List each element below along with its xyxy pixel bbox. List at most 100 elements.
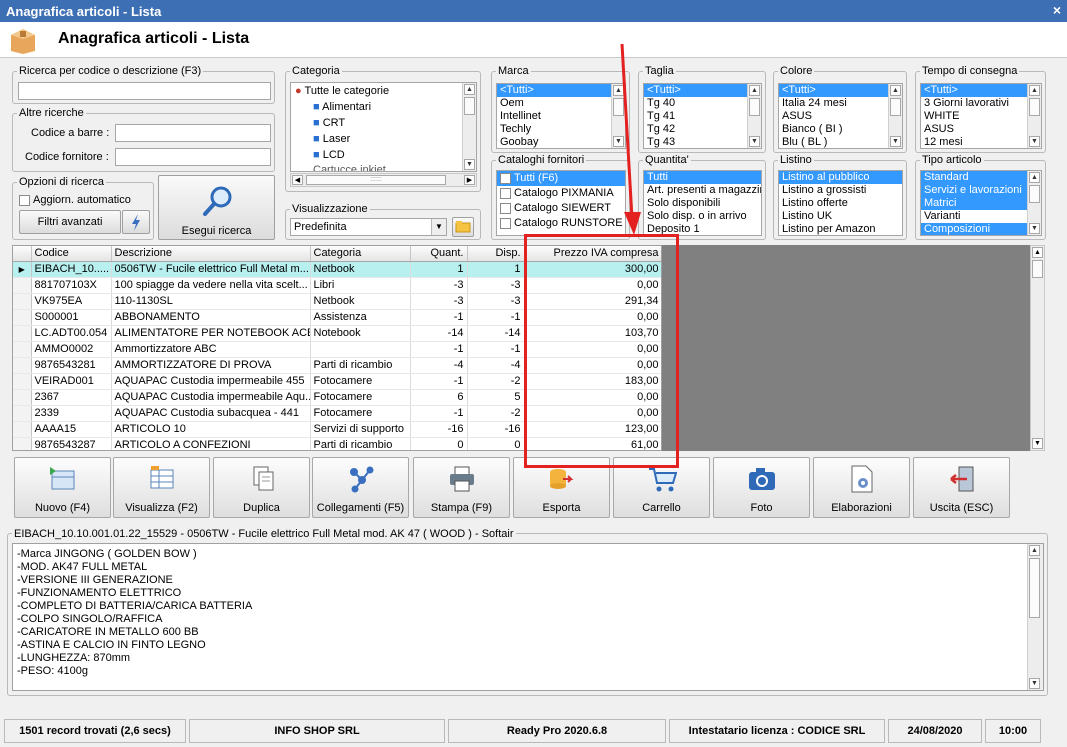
cell-quantity[interactable]: -16 [410, 421, 468, 438]
exit-button[interactable]: Uscita (ESC) [913, 457, 1010, 518]
list-item[interactable]: Tutti [644, 171, 761, 184]
row-indicator[interactable] [13, 341, 32, 358]
cell-quantity[interactable]: 0 [410, 437, 468, 450]
cell-code[interactable]: AAAA15 [31, 421, 112, 438]
execute-search-button[interactable]: Esegui ricerca [158, 175, 275, 240]
cell-available[interactable]: -2 [467, 373, 525, 390]
cell-code[interactable]: S000001 [31, 309, 112, 326]
scroll-up-icon[interactable]: ▲ [890, 85, 901, 96]
cell-available[interactable]: -16 [467, 421, 525, 438]
cell-available[interactable]: -1 [467, 309, 525, 326]
cell-quantity[interactable]: -3 [410, 277, 468, 294]
checkbox-box[interactable] [19, 194, 30, 206]
scroll-down-icon[interactable]: ▼ [749, 136, 760, 147]
delivery-time-list[interactable]: <Tutti> 3 Giorni lavorativi WHITE ASUS 1… [920, 83, 1042, 149]
cell-description[interactable]: ARTICOLO 10 [111, 421, 311, 438]
list-item[interactable]: Bianco ( BI ) [779, 123, 902, 136]
row-indicator[interactable] [13, 309, 32, 326]
cell-description[interactable]: ARTICOLO A CONFEZIONI [111, 437, 311, 450]
column-header-category[interactable]: Categoria [310, 246, 411, 262]
view-button[interactable]: Visualizza (F2) [113, 457, 210, 518]
list-item[interactable]: Solo disponibili [644, 197, 761, 210]
list-item[interactable]: WHITE [921, 110, 1041, 123]
list-item[interactable]: Tg 42 [644, 123, 761, 136]
scroll-up-icon[interactable]: ▲ [749, 85, 760, 96]
checkbox-box[interactable] [500, 172, 511, 184]
duplicate-button[interactable]: Duplica [213, 457, 310, 518]
list-item[interactable]: Listino al pubblico [779, 171, 902, 184]
cell-quantity[interactable]: -3 [410, 293, 468, 310]
column-header-code[interactable]: Codice [31, 246, 112, 262]
cell-available[interactable]: -3 [467, 293, 525, 310]
cell-quantity[interactable]: -4 [410, 357, 468, 374]
cell-description[interactable]: ALIMENTATORE PER NOTEBOOK ACER [111, 325, 311, 342]
list-item[interactable]: Matrici [921, 197, 1041, 210]
category-scrollbar[interactable]: ▲ ▼ [462, 83, 476, 171]
barcode-input[interactable] [115, 124, 271, 142]
auto-update-checkbox[interactable]: Aggiorn. automatico [19, 194, 131, 206]
cell-description[interactable]: AQUAPAC Custodia subacquea - 441 [111, 405, 311, 422]
cell-available[interactable]: -4 [467, 357, 525, 374]
cell-description[interactable]: 100 spiagge da vedere nella vita scelt..… [111, 277, 311, 294]
category-hscrollbar[interactable]: ◀ :::::: ▶ [290, 173, 477, 187]
list-item[interactable]: <Tutti> [921, 84, 1041, 97]
size-scrollbar[interactable]: ▲ ▼ [747, 84, 761, 148]
list-item[interactable]: <Tutti> [644, 84, 761, 97]
scroll-thumb[interactable] [890, 98, 901, 116]
price-list-list[interactable]: Listino al pubblico Listino a grossisti … [778, 170, 903, 236]
lightning-button[interactable] [122, 210, 150, 234]
list-item[interactable]: Tg 40 [644, 97, 761, 110]
cell-category[interactable]: Libri [310, 277, 411, 294]
cell-quantity[interactable]: -1 [410, 309, 468, 326]
list-item[interactable]: Listino UK [779, 210, 902, 223]
cell-description[interactable]: AQUAPAC Custodia impermeabile Aqu... [111, 389, 311, 406]
delivery-time-scrollbar[interactable]: ▲ ▼ [1027, 84, 1041, 148]
cell-category[interactable]: Parti di ricambio [310, 357, 411, 374]
open-folder-button[interactable] [452, 217, 474, 237]
tree-item[interactable]: ■ Laser [291, 131, 476, 147]
scroll-up-icon[interactable]: ▲ [464, 84, 475, 95]
cell-code[interactable]: AMMO0002 [31, 341, 112, 358]
column-header-available[interactable]: Disp. [467, 246, 525, 262]
scroll-up-icon[interactable]: ▲ [1029, 545, 1040, 556]
item-type-list[interactable]: Standard Servizi e lavorazioni Matrici V… [920, 170, 1042, 236]
cell-description[interactable]: AQUAPAC Custodia impermeabile 455 [111, 373, 311, 390]
row-indicator[interactable] [13, 373, 32, 390]
scroll-up-icon[interactable]: ▲ [1029, 172, 1040, 183]
scroll-down-icon[interactable]: ▼ [1032, 438, 1043, 449]
list-item[interactable]: ASUS [921, 123, 1041, 136]
tree-item[interactable]: ■ CRT [291, 115, 476, 131]
cell-quantity[interactable]: 1 [410, 261, 468, 278]
scroll-right-icon[interactable]: ▶ [464, 175, 475, 185]
list-item[interactable]: Tg 43 [644, 136, 761, 148]
links-button[interactable]: Collegamenti (F5) [312, 457, 409, 518]
cell-code[interactable]: 9876543281 [31, 357, 112, 374]
scroll-up-icon[interactable]: ▲ [1029, 85, 1040, 96]
hscroll-thumb[interactable]: :::::: [306, 175, 446, 185]
list-item[interactable]: ASUS [779, 110, 902, 123]
current-row-arrow-icon[interactable]: ▶ [13, 261, 32, 278]
cell-description[interactable]: Ammortizzatore ABC [111, 341, 311, 358]
list-item[interactable]: Standard [921, 171, 1041, 184]
cell-available[interactable]: -3 [467, 277, 525, 294]
grid-scrollbar[interactable]: ▲ ▼ [1030, 245, 1045, 451]
size-list[interactable]: <Tutti> Tg 40 Tg 41 Tg 42 Tg 43 ▲ ▼ [643, 83, 762, 149]
cell-code[interactable]: 881707103X [31, 277, 112, 294]
cell-category[interactable]: Assistenza [310, 309, 411, 326]
chevron-down-icon[interactable]: ▼ [431, 219, 446, 235]
tree-item[interactable]: Cartucce inkjet [291, 163, 476, 171]
list-item[interactable]: 3 Giorni lavorativi [921, 97, 1041, 110]
scroll-thumb[interactable] [1029, 558, 1040, 618]
search-input[interactable] [18, 82, 271, 100]
cell-quantity[interactable]: -1 [410, 405, 468, 422]
detail-scrollbar[interactable]: ▲ ▼ [1027, 544, 1043, 690]
cell-code[interactable]: EIBACH_10..... [31, 261, 112, 278]
cell-category[interactable]: Netbook [310, 261, 411, 278]
tree-item[interactable]: ■ Alimentari [291, 99, 476, 115]
scroll-thumb[interactable] [1029, 98, 1040, 116]
advanced-filters-button[interactable]: Filtri avanzati [19, 210, 121, 234]
cell-category[interactable]: Fotocamere [310, 389, 411, 406]
tree-item[interactable]: ■ LCD [291, 147, 476, 163]
scroll-down-icon[interactable]: ▼ [1029, 678, 1040, 689]
scroll-thumb[interactable] [749, 98, 760, 116]
